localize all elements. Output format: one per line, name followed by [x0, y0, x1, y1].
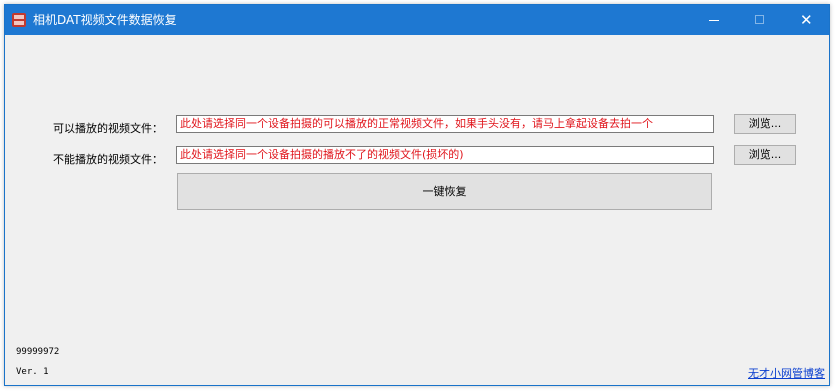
browse-playable-button[interactable]: 浏览...	[734, 114, 796, 134]
maximize-icon	[755, 15, 764, 24]
maximize-button[interactable]	[737, 5, 783, 35]
app-icon	[12, 13, 26, 27]
minimize-icon	[709, 20, 719, 21]
playable-file-input[interactable]: 此处请选择同一个设备拍摄的可以播放的正常视频文件，如果手头没有，请马上拿起设备去…	[176, 115, 714, 133]
close-icon: ✕	[800, 11, 813, 29]
window-title: 相机DAT视频文件数据恢复	[33, 13, 177, 27]
playable-file-label: 可以播放的视频文件：	[53, 122, 163, 135]
version-label: Ver. 1	[16, 367, 49, 377]
status-code: 99999972	[16, 347, 60, 357]
one-click-restore-button[interactable]: 一键恢复	[177, 173, 712, 210]
broken-file-label: 不能播放的视频文件：	[53, 153, 163, 166]
browse-broken-button[interactable]: 浏览...	[734, 145, 796, 165]
broken-file-input[interactable]: 此处请选择同一个设备拍摄的播放不了的视频文件(损坏的)	[176, 146, 714, 164]
minimize-button[interactable]	[691, 5, 737, 35]
app-window: 相机DAT视频文件数据恢复 ✕ 可以播放的视频文件： 此处请选择同一个设备拍摄的…	[4, 4, 830, 386]
title-bar[interactable]: 相机DAT视频文件数据恢复 ✕	[5, 5, 829, 35]
close-button[interactable]: ✕	[783, 5, 829, 35]
blog-link[interactable]: 无才小网管博客	[748, 365, 825, 381]
